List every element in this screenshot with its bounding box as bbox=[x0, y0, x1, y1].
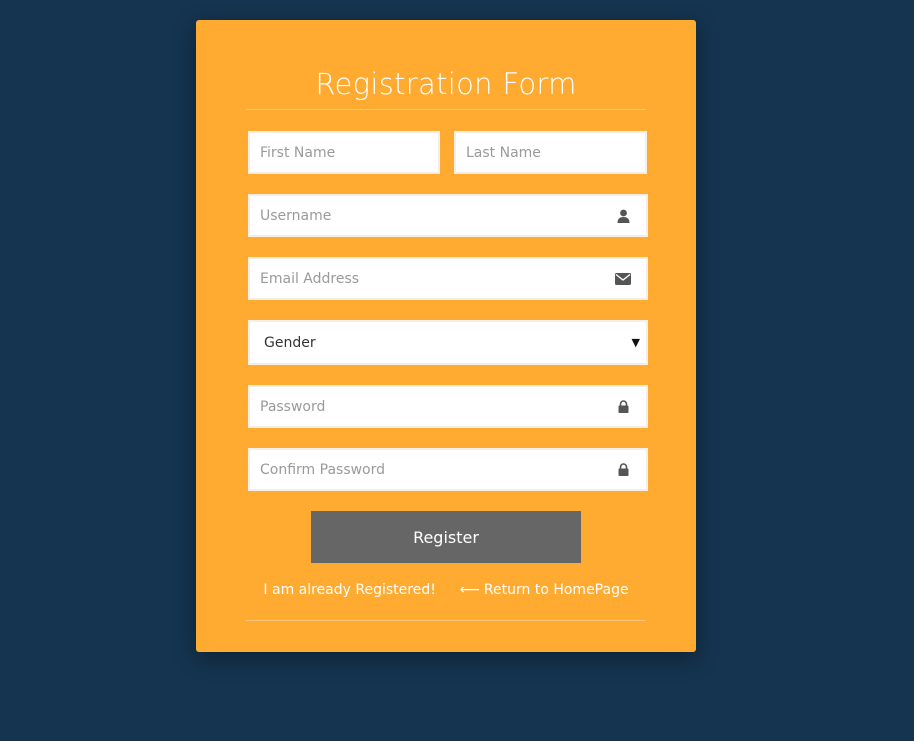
bottom-divider bbox=[246, 620, 646, 621]
username-input[interactable]: Username bbox=[248, 194, 648, 237]
first-name-placeholder: First Name bbox=[260, 144, 336, 161]
last-name-placeholder: Last Name bbox=[466, 144, 541, 161]
username-placeholder: Username bbox=[260, 207, 332, 224]
lock-icon bbox=[614, 398, 632, 416]
already-registered-link[interactable]: I am already Registered! bbox=[263, 582, 435, 598]
form-title: Registration Form bbox=[315, 67, 577, 101]
email-placeholder: Email Address bbox=[260, 270, 360, 287]
first-name-input[interactable]: First Name bbox=[248, 131, 440, 174]
user-icon bbox=[614, 207, 632, 225]
last-name-input[interactable]: Last Name bbox=[454, 131, 647, 174]
caret-down-icon: ▼ bbox=[631, 336, 640, 349]
arrow-left-icon: ⟵ bbox=[459, 582, 480, 598]
confirm-password-placeholder: Confirm Password bbox=[260, 461, 386, 478]
lock-icon bbox=[614, 461, 632, 479]
footer-links: I am already Registered! ⟵ Return to Hom… bbox=[196, 582, 696, 598]
gender-select[interactable]: Gender ▼ bbox=[248, 320, 648, 365]
return-home-label: Return to HomePage bbox=[483, 582, 629, 598]
return-home-link[interactable]: ⟵ Return to HomePage bbox=[460, 582, 629, 598]
envelope-icon bbox=[614, 270, 632, 288]
confirm-password-input[interactable]: Confirm Password bbox=[248, 448, 648, 491]
password-input[interactable]: Password bbox=[248, 385, 648, 428]
top-divider bbox=[246, 109, 646, 110]
email-input[interactable]: Email Address bbox=[248, 257, 648, 300]
gender-value: Gender bbox=[264, 334, 316, 351]
register-button[interactable]: Register bbox=[311, 511, 581, 563]
registration-card: Registration Form First Name Last Name U… bbox=[196, 20, 696, 652]
password-placeholder: Password bbox=[260, 398, 326, 415]
